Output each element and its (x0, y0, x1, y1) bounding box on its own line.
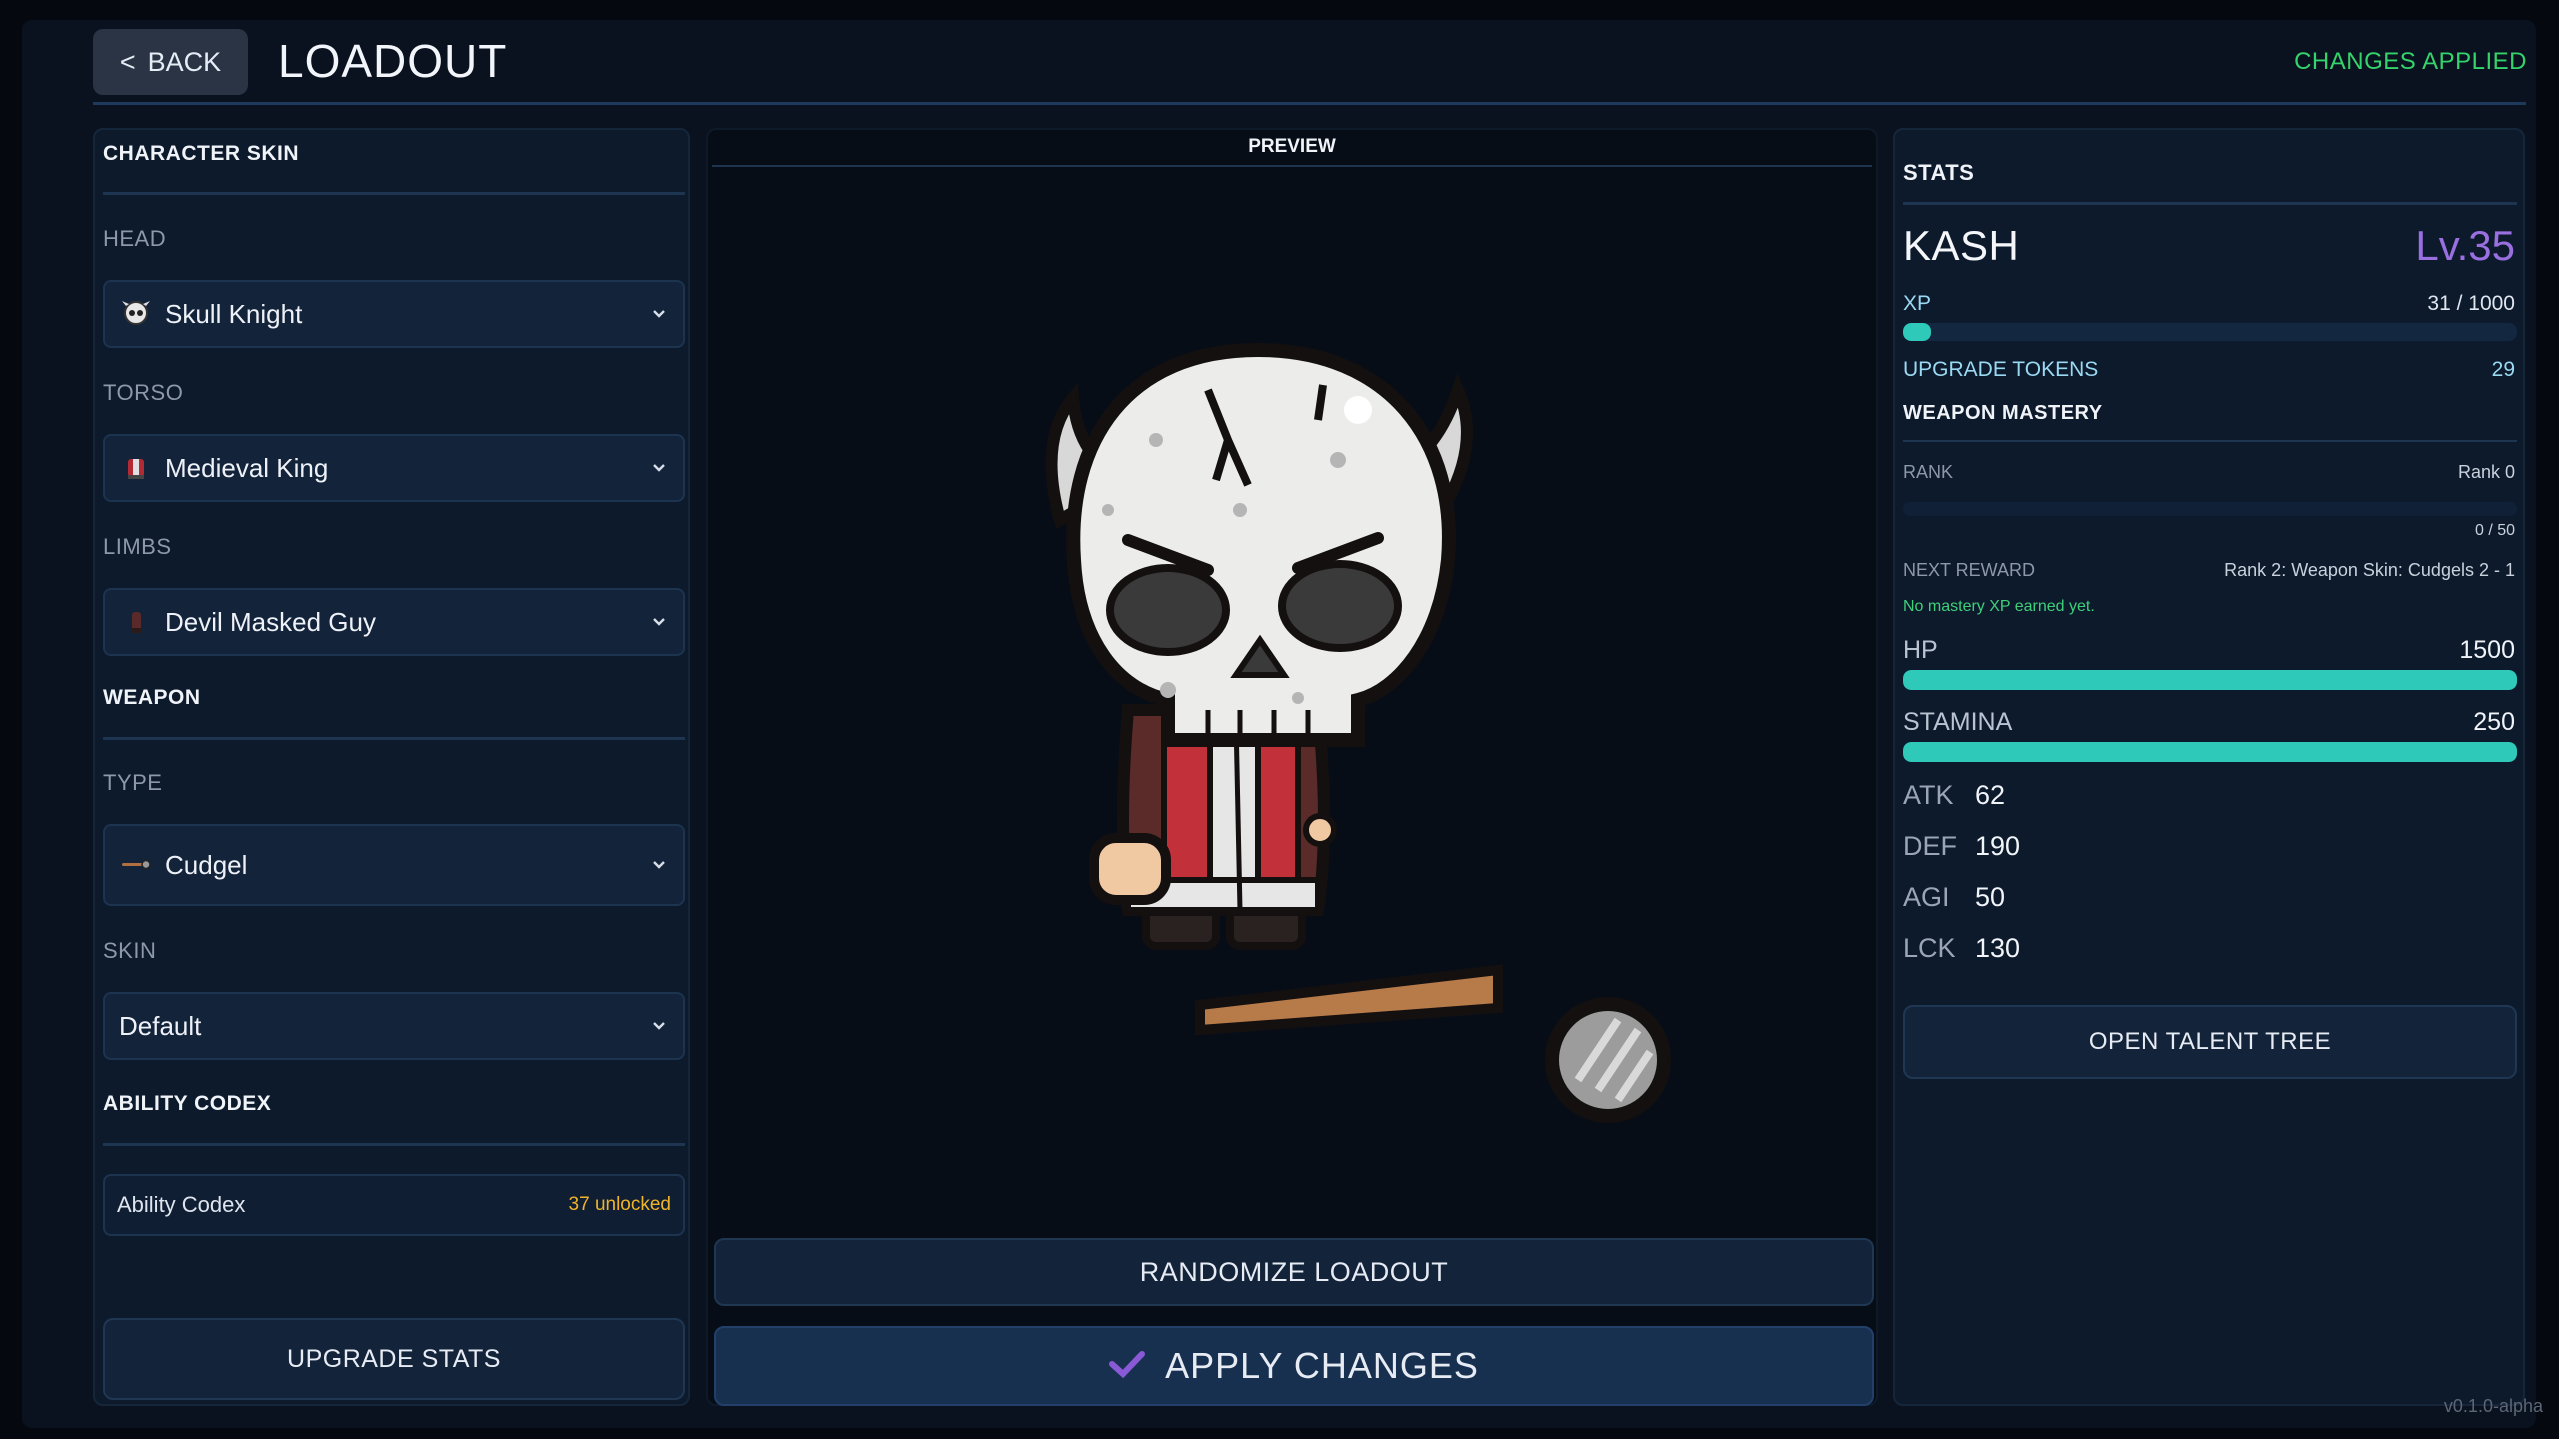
ability-codex-title: ABILITY CODEX (103, 1092, 272, 1115)
chevron-left-icon: < (119, 46, 136, 77)
attribute-key: AGI (1903, 882, 1950, 912)
preview-divider (712, 165, 1872, 167)
attribute-def: DEF 190 (1903, 831, 2020, 862)
next-reward-value: Rank 2: Weapon Skin: Cudgels 2 - 1 (2224, 560, 2515, 580)
stamina-value: 250 (2473, 708, 2515, 736)
upgrade-tokens-value: 29 (2491, 358, 2515, 381)
back-button-label: BACK (147, 46, 222, 77)
hp-value: 1500 (2459, 636, 2515, 664)
apply-changes-label: APPLY CHANGES (1165, 1345, 1479, 1386)
weapon-title: WEAPON (103, 686, 201, 709)
limbs-label: LIMBS (103, 534, 172, 559)
attribute-agi: AGI 50 (1903, 882, 2005, 913)
section-divider (1903, 202, 2517, 205)
skull-icon (119, 297, 153, 331)
chevron-down-icon (649, 855, 669, 875)
torso-select[interactable]: Medieval King (103, 434, 685, 502)
attribute-atk: ATK 62 (1903, 780, 2005, 811)
preview-title: PREVIEW (1248, 136, 1336, 157)
character-level: Lv.35 (2415, 222, 2515, 269)
chevron-down-icon (649, 612, 669, 632)
stamina-bar (1903, 742, 2517, 762)
section-divider (103, 737, 685, 740)
apply-changes-button[interactable]: APPLY CHANGES (714, 1326, 1874, 1406)
chevron-down-icon (649, 458, 669, 478)
upgrade-stats-button[interactable]: UPGRADE STATS (103, 1318, 685, 1400)
section-divider (103, 192, 685, 195)
weapon-mastery-title: WEAPON MASTERY (1903, 402, 2103, 424)
limbs-select[interactable]: Devil Masked Guy (103, 588, 685, 656)
character-skin-title: CHARACTER SKIN (103, 142, 299, 165)
type-label: TYPE (103, 770, 163, 795)
stats-title: STATS (1903, 160, 1975, 185)
attribute-value: 62 (1975, 780, 2006, 810)
xp-label: XP (1903, 292, 1932, 315)
hp-bar-fill (1903, 670, 2517, 690)
chevron-down-icon (649, 304, 669, 324)
header-divider (93, 102, 2526, 105)
mastery-bar (1903, 502, 2517, 516)
head-select[interactable]: Skull Knight (103, 280, 685, 348)
checkmark-icon (1109, 1345, 1146, 1387)
skin-label: SKIN (103, 938, 157, 963)
head-select-value: Skull Knight (165, 298, 303, 329)
status-text: CHANGES APPLIED (2294, 48, 2527, 75)
back-button[interactable]: < BACK (93, 29, 248, 95)
cudgel-weapon (1195, 964, 1503, 1036)
attribute-value: 130 (1975, 933, 2021, 963)
xp-bar (1903, 323, 2517, 341)
head-label: HEAD (103, 226, 167, 251)
version-label: v0.1.0-alpha (2443, 1396, 2543, 1416)
attribute-key: DEF (1903, 831, 1957, 861)
attribute-value: 50 (1975, 882, 2006, 912)
limbs-select-value: Devil Masked Guy (165, 606, 376, 637)
cudgel-icon (119, 848, 153, 882)
attribute-key: LCK (1903, 933, 1956, 963)
attribute-lck: LCK 130 (1903, 933, 2020, 964)
randomize-loadout-button[interactable]: RANDOMIZE LOADOUT (714, 1238, 1874, 1306)
character-name: KASH (1903, 222, 2020, 269)
mastery-note: No mastery XP earned yet. (1903, 598, 2095, 615)
hp-bar (1903, 670, 2517, 690)
weapon-skin-select[interactable]: Default (103, 992, 685, 1060)
rank-label: RANK (1903, 462, 1954, 482)
open-talent-tree-button[interactable]: OPEN TALENT TREE (1903, 1005, 2517, 1079)
torso-select-value: Medieval King (165, 452, 329, 483)
preview-panel: PREVIEW RANDOMIZE LOADOUT APPLY CHANGES (706, 128, 1878, 1406)
page-title: LOADOUT (278, 35, 508, 87)
hp-label: HP (1903, 636, 1938, 664)
chevron-down-icon (649, 1016, 669, 1036)
weapon-skin-value: Default (119, 1010, 202, 1041)
character-preview (1045, 342, 1503, 1036)
attribute-value: 190 (1975, 831, 2021, 861)
loadout-panel: CHARACTER SKIN HEAD Skull Knight TORSO M… (93, 128, 690, 1406)
weapon-type-select[interactable]: Cudgel (103, 824, 685, 906)
attribute-key: ATK (1903, 780, 1954, 810)
codex-unlocked-count: 37 unlocked (568, 1194, 671, 1215)
ability-codex-button[interactable]: Ability Codex 37 unlocked (103, 1174, 685, 1236)
cudgel-head-icon (1545, 997, 1671, 1123)
stats-panel: STATS KASH Lv.35 XP 31 / 1000 UPGRADE TO… (1893, 128, 2525, 1406)
section-divider (1903, 440, 2517, 442)
torso-label: TORSO (103, 380, 184, 405)
codex-label: Ability Codex (117, 1192, 246, 1217)
upgrade-tokens-label: UPGRADE TOKENS (1903, 358, 2099, 381)
next-reward-label: NEXT REWARD (1903, 560, 2036, 580)
stamina-label: STAMINA (1903, 708, 2013, 736)
section-divider (103, 1143, 685, 1146)
character-skull (1066, 342, 1456, 747)
weapon-type-value: Cudgel (165, 849, 248, 880)
limb-icon (119, 605, 153, 639)
xp-value: 31 / 1000 (2427, 292, 2515, 315)
xp-bar-fill (1903, 323, 1931, 341)
stamina-bar-fill (1903, 742, 2517, 762)
mastery-progress: 0 / 50 (2474, 522, 2515, 539)
rank-value: Rank 0 (2457, 462, 2515, 482)
king-torso-icon (119, 451, 153, 485)
